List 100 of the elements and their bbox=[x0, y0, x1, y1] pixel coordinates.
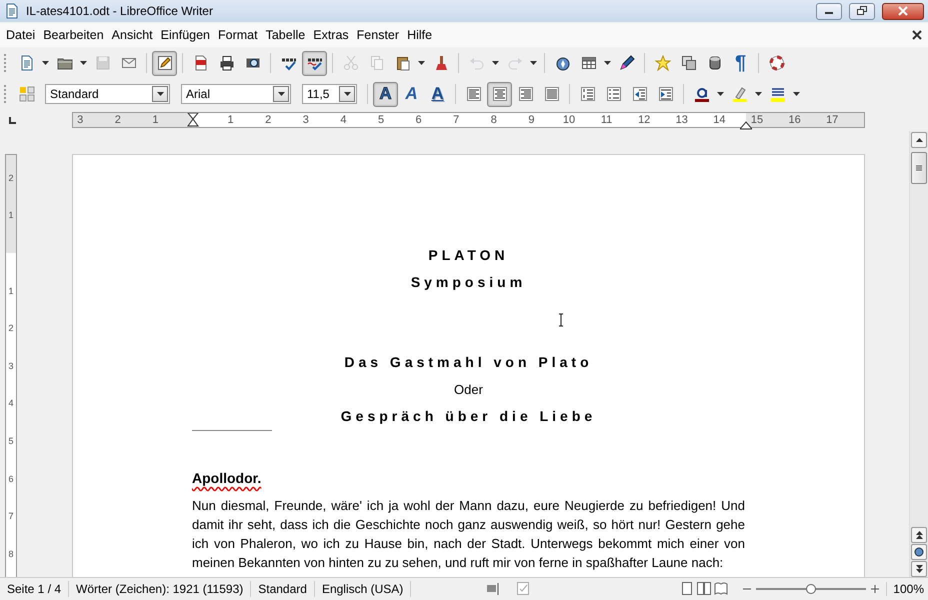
previous-page-button[interactable] bbox=[911, 527, 927, 543]
ruler-number: 7 bbox=[7, 511, 14, 522]
ruler-number: 5 bbox=[378, 114, 384, 126]
caret-icon bbox=[492, 61, 499, 65]
pdf-document-icon bbox=[192, 55, 208, 71]
ruler-number: 3 bbox=[7, 360, 14, 371]
ruler-number: 3 bbox=[302, 114, 309, 126]
ruler-number: 1 bbox=[7, 286, 14, 296]
increase-indent-icon bbox=[658, 86, 674, 102]
dropdown-arrow[interactable] bbox=[602, 61, 613, 65]
document-icon bbox=[18, 55, 34, 71]
menu-item[interactable]: Format bbox=[214, 26, 262, 44]
body-paragraph: Nun diesmal, Freunde, wäre' ich ja wohl der Mann dazu, eure Neugierde zu befriedigen! Und damit ihr seht, dass ich die Geschichte noch ganz auswendig weiß, so hört nur! Gestern gehe ich von Phaleron, wo ich zu Hause bin, nach der Stadt. Unterwegs bekommt mich einer von meinen Bekannten von hinten zu zu sehen, und ruft mir von ferne in spaßhafter Laune nach: bbox=[192, 497, 745, 572]
double-down-arrow-icon bbox=[914, 564, 924, 574]
undo-arrow-icon bbox=[468, 55, 484, 71]
menu-item[interactable]: Fenster bbox=[352, 26, 404, 44]
envelope-icon bbox=[120, 55, 136, 71]
dropdown-arrow[interactable] bbox=[715, 92, 726, 96]
paragraph-style-dropdown[interactable]: Standard bbox=[45, 84, 170, 104]
menu-item[interactable]: Extras bbox=[309, 26, 353, 44]
ruler-number: 15 bbox=[750, 114, 764, 126]
restore-icon bbox=[857, 6, 867, 16]
indent-marker-icon bbox=[187, 113, 199, 127]
align-center-button[interactable] bbox=[487, 82, 512, 106]
caret-icon bbox=[80, 61, 87, 65]
close-button[interactable] bbox=[882, 2, 924, 20]
ruler-number: 11 bbox=[600, 114, 612, 126]
font-color-icon bbox=[694, 86, 710, 102]
highlighter-icon bbox=[732, 86, 748, 102]
italic-button[interactable]: A bbox=[399, 82, 424, 106]
navigation-button[interactable] bbox=[911, 544, 927, 560]
underline-button[interactable]: A bbox=[425, 82, 450, 106]
menu-item[interactable]: Ansicht bbox=[108, 26, 157, 44]
scroll-up-button[interactable] bbox=[911, 132, 927, 148]
menu-item[interactable]: Einfügen bbox=[156, 26, 214, 44]
next-page-button[interactable] bbox=[911, 561, 927, 577]
multi-page-view-icon bbox=[697, 580, 712, 596]
text-cursor-icon bbox=[557, 313, 565, 327]
ruler-number: 13 bbox=[676, 114, 688, 126]
scrollbar-thumb[interactable] bbox=[911, 152, 927, 184]
zoom-in-icon bbox=[870, 584, 880, 594]
single-page-view-icon bbox=[680, 580, 694, 596]
ruler-number: 1 bbox=[7, 210, 14, 220]
document-heading: Das Gastmahl von Plato bbox=[343, 353, 594, 372]
auto-spellcheck-button[interactable] bbox=[302, 50, 327, 76]
document-signature-icon bbox=[516, 580, 530, 596]
double-up-arrow-icon bbox=[914, 530, 924, 540]
document-heading: Gespräch über die Liebe bbox=[340, 407, 598, 426]
copy-icon bbox=[368, 55, 384, 71]
ruler-number: 6 bbox=[416, 114, 422, 126]
caret-icon bbox=[604, 61, 611, 65]
document-title: Symposium bbox=[410, 273, 528, 292]
menu-item[interactable]: Datei bbox=[2, 26, 40, 44]
restore-button[interactable] bbox=[849, 2, 875, 20]
menu-item[interactable]: Tabelle bbox=[262, 26, 310, 44]
ruler-number: 8 bbox=[7, 548, 14, 559]
speaker-name: Apollodor. bbox=[192, 469, 262, 488]
formatting-marks-button[interactable]: ¶ bbox=[728, 50, 753, 76]
ruler-number: 2 bbox=[114, 114, 121, 126]
ruler-number: 16 bbox=[788, 114, 801, 126]
caret-icon bbox=[717, 92, 724, 96]
page-indicator: Seite 1 / 4 bbox=[0, 580, 70, 596]
dropdown-arrow[interactable] bbox=[40, 61, 51, 65]
font-name-dropdown[interactable]: Arial bbox=[181, 84, 291, 104]
grip-icon bbox=[915, 165, 923, 171]
page-style: Standard bbox=[251, 580, 315, 596]
printer-icon bbox=[218, 55, 234, 71]
ruler-number: 9 bbox=[528, 114, 534, 126]
numbered-list-icon bbox=[580, 86, 596, 102]
bold-button[interactable]: A bbox=[373, 82, 398, 106]
tab-stop-icon bbox=[8, 115, 18, 125]
decrease-indent-icon bbox=[632, 86, 648, 102]
dropdown-arrow[interactable] bbox=[416, 61, 427, 65]
ruler-number: 2 bbox=[7, 323, 14, 334]
gallery-icon bbox=[680, 55, 696, 71]
zoom-percentage[interactable]: 100% bbox=[886, 582, 928, 596]
menu-item[interactable]: Bearbeiten bbox=[39, 26, 108, 44]
align-left-icon bbox=[466, 86, 482, 102]
word-count: Wörter (Zeichen): 1921 (11593) bbox=[69, 580, 252, 596]
caret-icon bbox=[344, 92, 350, 96]
minimize-button[interactable] bbox=[816, 2, 842, 20]
dropdown-arrow[interactable] bbox=[791, 92, 802, 96]
font-size-dropdown[interactable]: 11,5 bbox=[302, 84, 357, 104]
star-icon bbox=[654, 55, 670, 71]
close-icon bbox=[912, 30, 922, 40]
insert-mode-icon bbox=[486, 580, 500, 596]
ruler-number: 12 bbox=[638, 114, 650, 126]
align-right-icon bbox=[518, 86, 534, 102]
book-view-icon bbox=[714, 580, 728, 596]
dropdown-arrow[interactable] bbox=[78, 61, 89, 65]
styles-icon bbox=[18, 86, 34, 102]
dropdown-arrow[interactable] bbox=[753, 92, 764, 96]
zoom-slider-thumb[interactable] bbox=[806, 584, 816, 594]
edit-mode-button[interactable] bbox=[152, 50, 177, 76]
menu-item[interactable]: Hilfe bbox=[403, 26, 436, 44]
redo-arrow-icon bbox=[506, 55, 522, 71]
table-icon bbox=[580, 55, 596, 71]
ruler-number: 10 bbox=[562, 114, 576, 126]
align-center-icon bbox=[492, 86, 508, 102]
up-arrow-icon bbox=[914, 136, 924, 144]
